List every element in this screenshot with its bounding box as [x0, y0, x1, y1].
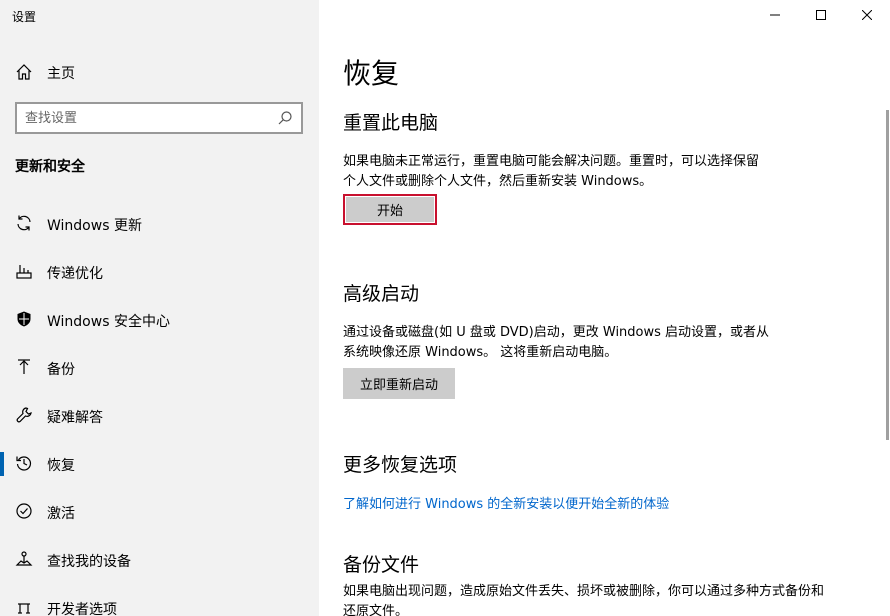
sidebar-item-label: 激活 [47, 506, 75, 522]
reset-heading: 重置此电脑 [343, 112, 439, 134]
reset-description: 如果电脑未正常运行，重置电脑可能会解决问题。重置时，可以选择保留 个人文件或删除… [343, 152, 823, 192]
advanced-desc-line1: 通过设备或磁盘(如 U 盘或 DVD)启动，更改 Windows 启动设置，或者… [343, 325, 770, 340]
sidebar-item-label: 开发者选项 [47, 602, 117, 616]
sidebar-item-label: 备份 [47, 362, 75, 378]
sidebar-item-label: 查找我的设备 [47, 554, 131, 570]
find-device-icon [15, 551, 33, 566]
backup-files-heading: 备份文件 [343, 554, 420, 576]
search-icon[interactable] [277, 110, 293, 126]
sync-icon [17, 215, 31, 231]
more-recovery-heading: 更多恢复选项 [343, 454, 458, 476]
sidebar-item-backup[interactable]: 备份 [0, 344, 319, 392]
sidebar-item-home[interactable]: 主页 [0, 56, 319, 88]
shield-icon [17, 311, 31, 327]
maximize-icon [816, 10, 826, 20]
recovery-icon [16, 456, 32, 471]
backup-desc-line1: 如果电脑出现问题，造成原始文件丢失、损坏或被删除，你可以通过多种方式备份和 [343, 584, 825, 599]
search-input[interactable] [25, 104, 265, 132]
sidebar-nav: Windows 更新 传递优化 Windows 安全中心 备份 疑难解答 恢复 … [0, 200, 319, 616]
close-icon [862, 10, 872, 20]
maximize-button[interactable] [798, 0, 844, 32]
clean-install-link[interactable]: 了解如何进行 Windows 的全新安装以便开始全新的体验 [343, 493, 669, 512]
wrench-icon [16, 407, 32, 423]
sidebar-item-label: 疑难解答 [47, 410, 103, 426]
sidebar-item-activation[interactable]: 激活 [0, 488, 319, 536]
sidebar-item-windows-security[interactable]: Windows 安全中心 [0, 296, 319, 344]
advanced-startup-heading: 高级启动 [343, 283, 420, 305]
advanced-desc-line2: 系统映像还原 Windows。 这将重新启动电脑。 [343, 345, 618, 360]
reset-desc-line2: 个人文件或删除个人文件，然后重新安装 Windows。 [343, 174, 653, 189]
restart-now-button[interactable]: 立即重新启动 [343, 368, 455, 399]
sidebar-item-home-label: 主页 [47, 66, 75, 82]
sidebar-item-label: 恢复 [47, 458, 75, 474]
main-content: 恢复 重置此电脑 如果电脑未正常运行，重置电脑可能会解决问题。重置时，可以选择保… [319, 0, 890, 616]
backup-description: 如果电脑出现问题，造成原始文件丢失、损坏或被删除，你可以通过多种方式备份和 还原… [343, 582, 883, 616]
sidebar-item-label: Windows 更新 [47, 218, 142, 234]
sidebar-item-recovery[interactable]: 恢复 [0, 440, 319, 488]
section-title: 更新和安全 [15, 159, 85, 175]
backup-arrow-icon [18, 359, 30, 374]
check-circle-icon [16, 503, 32, 519]
sidebar: 设置 主页 更新和安全 Windows 更新 [0, 0, 319, 616]
home-icon [16, 64, 32, 80]
developer-icon [18, 603, 30, 614]
minimize-button[interactable] [752, 0, 798, 32]
sidebar-item-label: Windows 安全中心 [47, 314, 170, 330]
advanced-startup-description: 通过设备或磁盘(如 U 盘或 DVD)启动，更改 Windows 启动设置，或者… [343, 323, 823, 363]
reset-desc-line1: 如果电脑未正常运行，重置电脑可能会解决问题。重置时，可以选择保留 [343, 154, 760, 169]
minimize-icon [770, 14, 780, 16]
sidebar-item-windows-update[interactable]: Windows 更新 [0, 200, 319, 248]
sidebar-item-find-my-device[interactable]: 查找我的设备 [0, 536, 319, 584]
close-button[interactable] [844, 0, 890, 32]
delivery-optimization-icon [16, 265, 32, 279]
reset-start-button[interactable]: 开始 [343, 194, 437, 225]
search-box[interactable] [15, 102, 303, 134]
sidebar-item-troubleshoot[interactable]: 疑难解答 [0, 392, 319, 440]
sidebar-item-developer-options[interactable]: 开发者选项 [0, 584, 319, 616]
scrollbar[interactable] [886, 110, 889, 440]
sidebar-item-label: 传递优化 [47, 266, 103, 282]
backup-desc-line2: 还原文件。 [343, 604, 409, 616]
app-title: 设置 [12, 10, 37, 24]
sidebar-item-delivery-optimization[interactable]: 传递优化 [0, 248, 319, 296]
page-title: 恢复 [343, 57, 400, 90]
